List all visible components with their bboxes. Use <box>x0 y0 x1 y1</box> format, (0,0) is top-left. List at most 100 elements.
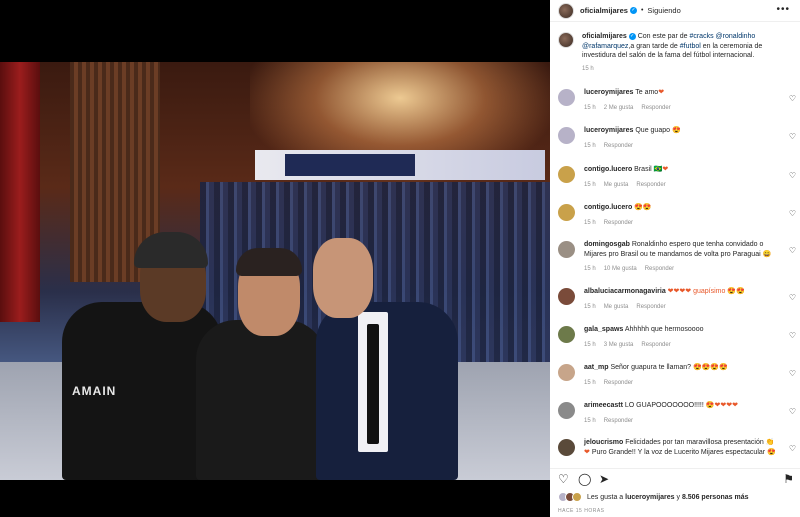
like-comment-heart-icon[interactable]: ♡ <box>789 94 796 103</box>
list-item: aat_mp Señor guapura te llaman? 😍😍😍😍 15 h… <box>558 363 798 386</box>
share-icon[interactable]: ➤ <box>599 472 609 486</box>
comment-username[interactable]: luceroymijares <box>584 127 633 134</box>
comment-username[interactable]: gala_spaws <box>584 326 623 333</box>
avatar[interactable] <box>558 89 575 106</box>
avatar[interactable] <box>558 439 575 456</box>
avatar[interactable] <box>558 166 575 183</box>
avatar[interactable] <box>558 326 575 343</box>
caption-time: 15 h <box>582 65 594 72</box>
reply-button[interactable]: Responder <box>604 220 633 226</box>
avatar <box>572 492 582 502</box>
like-comment-heart-icon[interactable]: ♡ <box>789 293 796 302</box>
comment-username[interactable]: domingosgab <box>584 241 630 248</box>
like-comment-heart-icon[interactable]: ♡ <box>789 407 796 416</box>
comment-meta: 15 h Responder <box>584 418 782 424</box>
comment-emoji: 🇧🇷❤ <box>653 166 669 173</box>
reply-button[interactable]: Responder <box>604 380 633 386</box>
list-item: luceroymijares Que guapo 😍 15 h Responder ♡ <box>558 126 798 149</box>
comment-username[interactable]: albaluciacarmonagaviria <box>584 288 666 295</box>
like-comment-heart-icon[interactable]: ♡ <box>789 132 796 141</box>
hashtag-link[interactable]: #futbol <box>680 43 701 50</box>
comment-username[interactable]: jeloucrismo <box>584 439 623 446</box>
header-username[interactable]: oficialmijares <box>580 6 628 15</box>
comment-time: 15 h <box>584 104 596 111</box>
comment-likes[interactable]: 10 Me gusta <box>604 266 637 272</box>
comment-text: Brasil <box>632 166 654 173</box>
comment-username[interactable]: contigo.lucero <box>584 166 632 173</box>
comment-emoji: 😍 <box>767 448 776 456</box>
list-item: luceroymijares Te amo❤ 15 h 2 Me gusta Resp… <box>558 88 798 111</box>
reply-button[interactable]: Responder <box>604 418 633 424</box>
likes-count[interactable]: 8.506 personas más <box>682 494 749 501</box>
comment-meta: 15 h Responder <box>584 380 782 386</box>
like-comment-heart-icon[interactable]: ♡ <box>789 246 796 255</box>
list-item: contigo.lucero Brasil 🇧🇷❤ 15 h Me gusta Res… <box>558 165 798 188</box>
list-item: arimeecastt LO GUAPOOOOOOO!!!!! 😍❤❤❤❤ 15 … <box>558 401 798 424</box>
comment-time: 15 h <box>584 379 596 386</box>
reply-button[interactable]: Responder <box>636 182 665 188</box>
comment-text: Señor guapura te llaman? <box>608 364 693 371</box>
list-item: albaluciacarmonagaviria ❤❤❤❤ guapísimo 😍… <box>558 287 798 310</box>
like-comment-heart-icon[interactable]: ♡ <box>789 369 796 378</box>
likes-summary: Les gusta a luceroymijares y 8.506 perso… <box>558 492 749 502</box>
comment-likes[interactable]: 3 Me gusta <box>604 342 634 348</box>
likes-user[interactable]: luceroymijares <box>625 494 674 501</box>
avatar[interactable] <box>558 127 575 144</box>
avatar[interactable] <box>558 402 575 419</box>
like-comment-heart-icon[interactable]: ♡ <box>789 444 796 453</box>
avatar[interactable] <box>558 204 575 221</box>
follow-button[interactable]: Siguiendo <box>647 6 680 15</box>
comment-time: 15 h <box>584 417 596 424</box>
post-time-ago: HACE 15 HORAS <box>558 508 605 514</box>
comment-likes[interactable]: Me gusta <box>604 304 629 310</box>
avatar[interactable] <box>558 241 575 258</box>
reply-button[interactable]: Responder <box>641 342 670 348</box>
comment-likes[interactable]: 2 Me gusta <box>604 105 634 111</box>
avatar[interactable] <box>558 2 574 19</box>
comment-meta: 15 h 3 Me gusta Responder <box>584 342 782 348</box>
comment-text: Te amo <box>633 89 659 96</box>
comment-time: 15 h <box>584 219 596 226</box>
comment-username[interactable]: contigo.lucero <box>584 204 632 211</box>
comments-list[interactable]: oficialmijares ✓ Con este par de #cracks … <box>550 28 800 468</box>
like-comment-heart-icon[interactable]: ♡ <box>789 209 796 218</box>
list-item: jeloucrismo Felicidades por tan maravill… <box>558 438 798 457</box>
avatar[interactable] <box>558 288 575 305</box>
like-comment-heart-icon[interactable]: ♡ <box>789 171 796 180</box>
comment-text: LO GUAPOOOOOOO!!!!! <box>622 402 706 409</box>
comment-username[interactable]: arimeecastt <box>584 402 623 409</box>
comment-time: 15 h <box>584 266 596 272</box>
person-middle-body <box>196 320 326 480</box>
mention-link[interactable]: @ronaldinho <box>714 33 756 40</box>
comment-emoji: ❤ <box>658 89 665 96</box>
reply-button[interactable]: Responder <box>645 266 674 272</box>
reply-button[interactable]: Responder <box>604 143 633 149</box>
caption-text: ,a gran tarde de <box>628 42 680 50</box>
comment-time: 15 h <box>584 181 596 188</box>
bookmark-icon[interactable]: ⚑ <box>783 472 794 486</box>
comment-text: Felicidades por tan maravillosa presenta… <box>623 439 775 446</box>
comment-username[interactable]: luceroymijares <box>584 89 633 96</box>
avatar[interactable] <box>558 32 574 48</box>
person-right-head <box>313 238 373 318</box>
reply-button[interactable]: Responder <box>641 105 670 111</box>
comment-text: Ahhhhh que hermosoooo <box>623 326 704 333</box>
like-comment-heart-icon[interactable]: ♡ <box>789 331 796 340</box>
list-item: contigo.lucero 😍😍 15 h Responder ♡ <box>558 203 798 226</box>
caption-username[interactable]: oficialmijares <box>582 33 627 40</box>
more-options-icon[interactable]: ••• <box>776 4 790 15</box>
comment-icon[interactable]: ◯ <box>578 472 591 486</box>
comment-likes[interactable]: Me gusta <box>604 182 629 188</box>
jacket-logo: AMAIN <box>72 384 117 398</box>
comment-username[interactable]: aat_mp <box>584 364 609 371</box>
mention-link[interactable]: @rafamarquez <box>582 43 628 50</box>
heart-icon[interactable]: ♡ <box>558 472 569 486</box>
likes-prefix: Les gusta a <box>587 493 626 501</box>
list-item: gala_spaws Ahhhhh que hermosoooo 15 h 3 Me… <box>558 325 798 348</box>
hashtag-link[interactable]: #cracks <box>689 33 713 40</box>
reply-button[interactable]: Responder <box>636 304 665 310</box>
list-item: domingosgab Ronaldinho espero que tenha … <box>558 240 798 272</box>
avatar[interactable] <box>558 364 575 381</box>
post-photo[interactable]: AMAIN <box>0 62 550 480</box>
caption-text: Con este par de <box>635 33 690 40</box>
